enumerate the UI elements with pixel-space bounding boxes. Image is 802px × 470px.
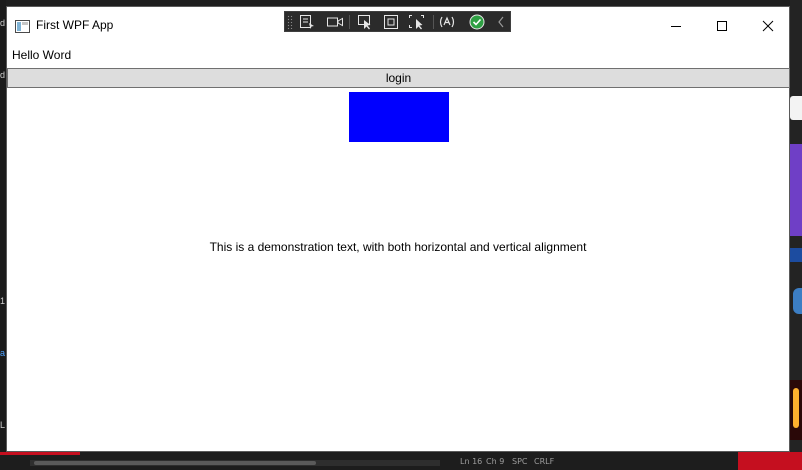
collapse-toolbar-button[interactable] (491, 13, 511, 31)
app-icon (15, 20, 30, 33)
toolbar-separator (433, 15, 434, 29)
background-status-bar: Ln 16 Ch 9 SPC CRLF (0, 452, 802, 470)
blue-rectangle (349, 92, 449, 142)
wpf-window: First WPF App Hello Word login This is a… (6, 6, 790, 452)
select-element-icon (300, 15, 314, 29)
display-adorners-icon (384, 15, 398, 29)
display-adorners-button[interactable] (381, 13, 401, 31)
status-indentation: SPC (512, 457, 528, 466)
close-icon (762, 20, 774, 31)
demonstration-text: This is a demonstration text, with both … (209, 240, 587, 254)
bg-panel-fragment (790, 144, 802, 236)
window-title: First WPF App (36, 18, 114, 32)
bg-accent-block (738, 452, 802, 470)
bg-panel-fragment (790, 248, 802, 262)
select-element-button[interactable] (297, 13, 317, 31)
pointer-select-icon (358, 15, 371, 30)
hot-reload-button[interactable] (437, 13, 457, 31)
minimize-button[interactable] (653, 7, 699, 44)
hot-reload-icon (439, 16, 455, 28)
record-icon (327, 17, 343, 27)
bg-accent-line (0, 452, 80, 455)
maximize-icon (717, 20, 727, 31)
hello-text: Hello Word (12, 48, 72, 62)
toolbar-grip[interactable] (287, 15, 293, 29)
status-column: Ch 9 (486, 457, 505, 466)
record-button[interactable] (325, 13, 345, 31)
close-button[interactable] (745, 7, 791, 44)
status-check-button[interactable] (467, 13, 487, 31)
status-line: Ln 16 (460, 457, 483, 466)
check-icon (469, 14, 485, 30)
login-button[interactable]: login (7, 68, 790, 88)
status-line-ending: CRLF (534, 457, 555, 466)
minimize-icon (671, 25, 681, 27)
xaml-debug-toolbar (284, 11, 511, 32)
maximize-button[interactable] (699, 7, 745, 44)
background-right-edge (790, 0, 802, 470)
scrollbar-thumb[interactable] (34, 461, 316, 465)
bg-panel-fragment (790, 96, 802, 120)
track-focus-button[interactable] (407, 13, 427, 31)
track-focus-icon (409, 15, 424, 30)
bg-panel-fragment (793, 288, 802, 314)
pointer-select-button[interactable] (355, 13, 375, 31)
bg-panel-fragment (790, 380, 802, 440)
collapse-chevron-icon (498, 16, 504, 28)
toolbar-separator (349, 15, 350, 29)
